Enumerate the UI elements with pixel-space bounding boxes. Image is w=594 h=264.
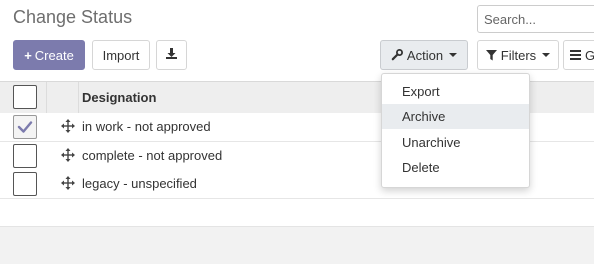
plus-icon: + bbox=[24, 47, 32, 63]
row-label: in work - not approved bbox=[82, 119, 211, 134]
import-label: Import bbox=[102, 47, 140, 63]
page-title: Change Status bbox=[13, 7, 133, 27]
filters-label: Filters bbox=[500, 47, 537, 63]
import-button[interactable]: Import bbox=[92, 40, 150, 70]
action-button[interactable]: Action bbox=[380, 40, 468, 70]
menu-item-label: Export bbox=[402, 84, 440, 99]
menu-item-label: Delete bbox=[402, 160, 440, 175]
wrench-icon bbox=[391, 49, 403, 61]
menu-item-label: Unarchive bbox=[402, 135, 461, 150]
drag-handle-icon[interactable] bbox=[61, 119, 75, 138]
menu-item-archive[interactable]: Archive bbox=[382, 104, 529, 129]
group-by-button[interactable]: G bbox=[563, 40, 594, 70]
search-input[interactable] bbox=[477, 5, 594, 33]
menu-item-export[interactable]: Export bbox=[382, 79, 529, 104]
caret-down-icon bbox=[542, 53, 551, 57]
row-checkbox[interactable] bbox=[13, 115, 37, 139]
row-checkbox[interactable] bbox=[13, 172, 37, 196]
column-divider bbox=[46, 82, 47, 113]
create-button[interactable]: + Create bbox=[13, 40, 85, 70]
caret-down-icon bbox=[449, 53, 458, 57]
menu-item-unarchive[interactable]: Unarchive bbox=[382, 130, 529, 155]
row-checkbox[interactable] bbox=[13, 144, 37, 168]
checkmark-icon bbox=[17, 121, 33, 133]
drag-handle-icon[interactable] bbox=[61, 176, 75, 195]
action-dropdown-menu: Export Archive Unarchive Delete bbox=[381, 73, 530, 188]
drag-handle-icon[interactable] bbox=[61, 148, 75, 167]
select-all-checkbox[interactable] bbox=[13, 85, 37, 109]
group-by-label: G bbox=[585, 47, 594, 63]
menu-item-delete[interactable]: Delete bbox=[382, 155, 529, 180]
action-label: Action bbox=[406, 47, 444, 63]
column-divider bbox=[78, 82, 79, 113]
row-label: legacy - unspecified bbox=[82, 176, 197, 191]
filters-button[interactable]: Filters bbox=[477, 40, 559, 70]
list-footer bbox=[0, 226, 594, 264]
download-button[interactable] bbox=[156, 40, 187, 70]
row-label: complete - not approved bbox=[82, 148, 223, 163]
list-icon bbox=[570, 50, 581, 60]
create-label: Create bbox=[34, 47, 74, 63]
filter-icon bbox=[485, 49, 497, 61]
download-icon bbox=[165, 47, 178, 63]
column-header-designation[interactable]: Designation bbox=[82, 90, 156, 105]
menu-item-label: Archive bbox=[402, 109, 446, 124]
